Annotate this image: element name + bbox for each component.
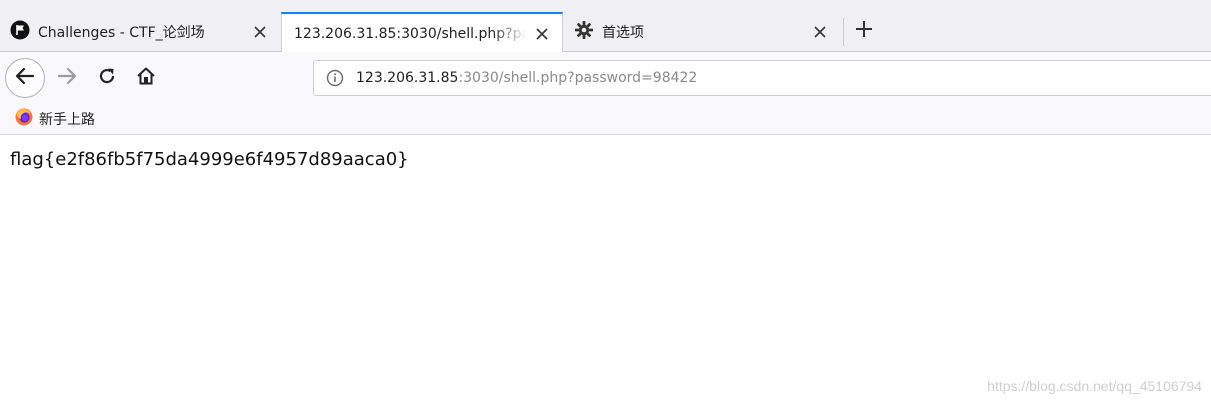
forward-button[interactable] — [52, 62, 82, 94]
flag-favicon-icon — [10, 20, 30, 44]
tab-shell-active[interactable]: 123.206.31.85:3030/shell.php?password — [281, 12, 563, 53]
close-icon[interactable] — [810, 22, 830, 42]
tab-preferences[interactable]: 首选项 — [564, 12, 840, 52]
bookmark-getting-started[interactable]: 新手上路 — [15, 108, 95, 130]
tab-separator — [843, 18, 844, 46]
url-path: :3030/shell.php?password=98422 — [458, 70, 698, 86]
new-tab-button[interactable] — [850, 17, 878, 45]
tab-title: 123.206.31.85:3030/shell.php?password — [294, 25, 526, 42]
navigation-toolbar: 123.206.31.85:3030/shell.php?password=98… — [0, 52, 1211, 104]
tab-strip: Challenges - CTF_论剑场 123.206.31.85:3030/… — [0, 0, 1211, 53]
reload-icon — [97, 66, 117, 90]
info-icon[interactable] — [324, 67, 346, 89]
bookmark-label: 新手上路 — [39, 112, 95, 128]
firefox-icon — [15, 108, 33, 130]
home-button[interactable] — [131, 62, 161, 94]
arrow-right-icon — [56, 65, 78, 91]
back-button[interactable] — [5, 58, 45, 98]
plus-icon — [854, 19, 874, 43]
tab-title: Challenges - CTF_论剑场 — [38, 25, 205, 41]
close-icon[interactable] — [250, 22, 270, 42]
url-text[interactable]: 123.206.31.85:3030/shell.php?password=98… — [356, 70, 697, 86]
arrow-left-icon — [14, 65, 36, 91]
reload-button[interactable] — [92, 62, 122, 94]
gear-icon — [574, 20, 594, 44]
tab-challenges[interactable]: Challenges - CTF_论剑场 — [0, 12, 280, 52]
address-bar[interactable]: 123.206.31.85:3030/shell.php?password=98… — [313, 60, 1211, 96]
url-host: 123.206.31.85 — [356, 70, 459, 86]
page-body-text: flag{e2f86fb5f75da4999e6f4957d89aaca0} — [10, 149, 409, 170]
tab-title: 首选项 — [602, 25, 644, 41]
home-icon — [136, 66, 156, 90]
bookmarks-toolbar: 新手上路 — [0, 104, 1211, 135]
close-icon[interactable] — [532, 24, 552, 44]
watermark-text: https://blog.csdn.net/qq_45106794 — [987, 378, 1202, 394]
page-content: flag{e2f86fb5f75da4999e6f4957d89aaca0} h… — [0, 135, 1211, 403]
browser-window: Challenges - CTF_论剑场 123.206.31.85:3030/… — [0, 0, 1211, 403]
